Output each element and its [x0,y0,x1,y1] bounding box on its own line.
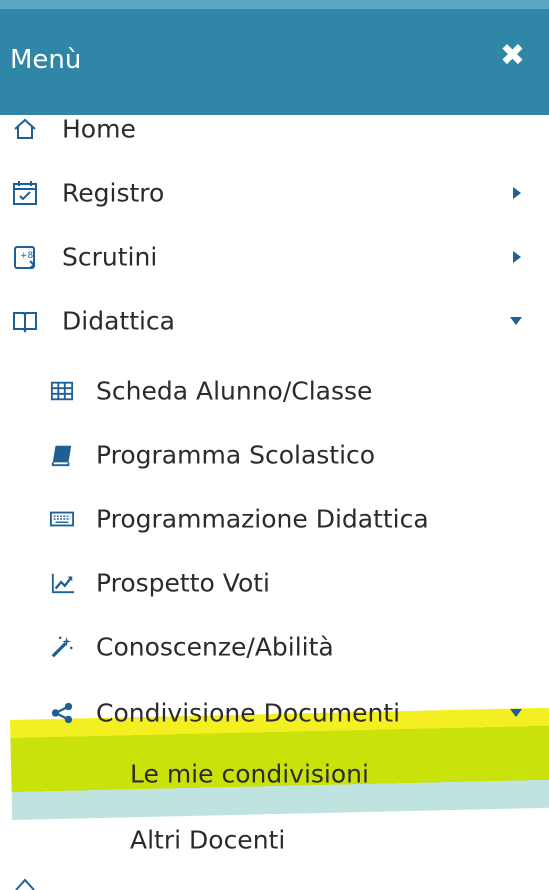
submenu-item-altri-docenti[interactable]: Altri Docenti [0,808,549,872]
submenu-item-le-mie-condivisioni[interactable]: Le mie condivisioni [0,742,549,806]
menu-item-label: Didattica [62,306,176,336]
home-icon [14,118,36,139]
keyboard-icon [50,511,74,527]
menu-item-label: Condivisione Documenti [96,698,401,728]
menu-item-label: Conoscenze/Abilità [96,632,334,662]
submenu-item-conoscenze-abilita[interactable]: Conoscenze/Abilità [0,615,549,679]
caret-right-icon [513,251,521,263]
menu-title: Menù [10,45,82,75]
menu-item-scrutini[interactable]: +8 Scrutini [0,225,549,289]
svg-text:+8: +8 [20,251,34,261]
caret-down-icon [510,317,522,325]
submenu-item-scheda-alunno[interactable]: Scheda Alunno/Classe [0,359,549,423]
menu-item-label: Registro [62,178,165,208]
menu-item-label: Programmazione Didattica [96,504,429,534]
book-icon [51,445,72,467]
menu-item-label: Programma Scolastico [96,440,376,470]
menu-item-label: Altri Docenti [130,825,286,855]
close-icon[interactable]: ✖ [500,41,525,71]
menu-item-label: Scheda Alunno/Classe [96,376,373,406]
book-open-icon [13,312,37,334]
menu-item-registro[interactable]: Registro [0,161,549,225]
line-chart-icon [51,573,75,594]
caret-right-icon [513,187,521,199]
submenu-item-programma-scolastico[interactable]: Programma Scolastico [0,423,549,487]
caret-down-icon [510,709,522,717]
calendar-icon [13,181,37,205]
menu-item-label: Scrutini [62,242,158,272]
menu-item-label: Home [62,114,136,144]
scrutini-icon: +8 [14,246,36,269]
menu-item-home[interactable]: Home [0,97,549,161]
menu-item-label: Le mie condivisioni [130,759,369,789]
home-icon [15,878,35,890]
submenu-item-programmazione-didattica[interactable]: Programmazione Didattica [0,487,549,551]
menu-item-didattica[interactable]: Didattica [0,289,549,353]
share-icon [51,702,73,724]
magic-wand-icon [51,636,73,658]
table-icon [50,381,74,401]
submenu-item-condivisione-documenti[interactable]: Condivisione Documenti [0,681,549,745]
submenu-item-prospetto-voti[interactable]: Prospetto Voti [0,551,549,615]
menu-item-label: Prospetto Voti [96,568,270,598]
